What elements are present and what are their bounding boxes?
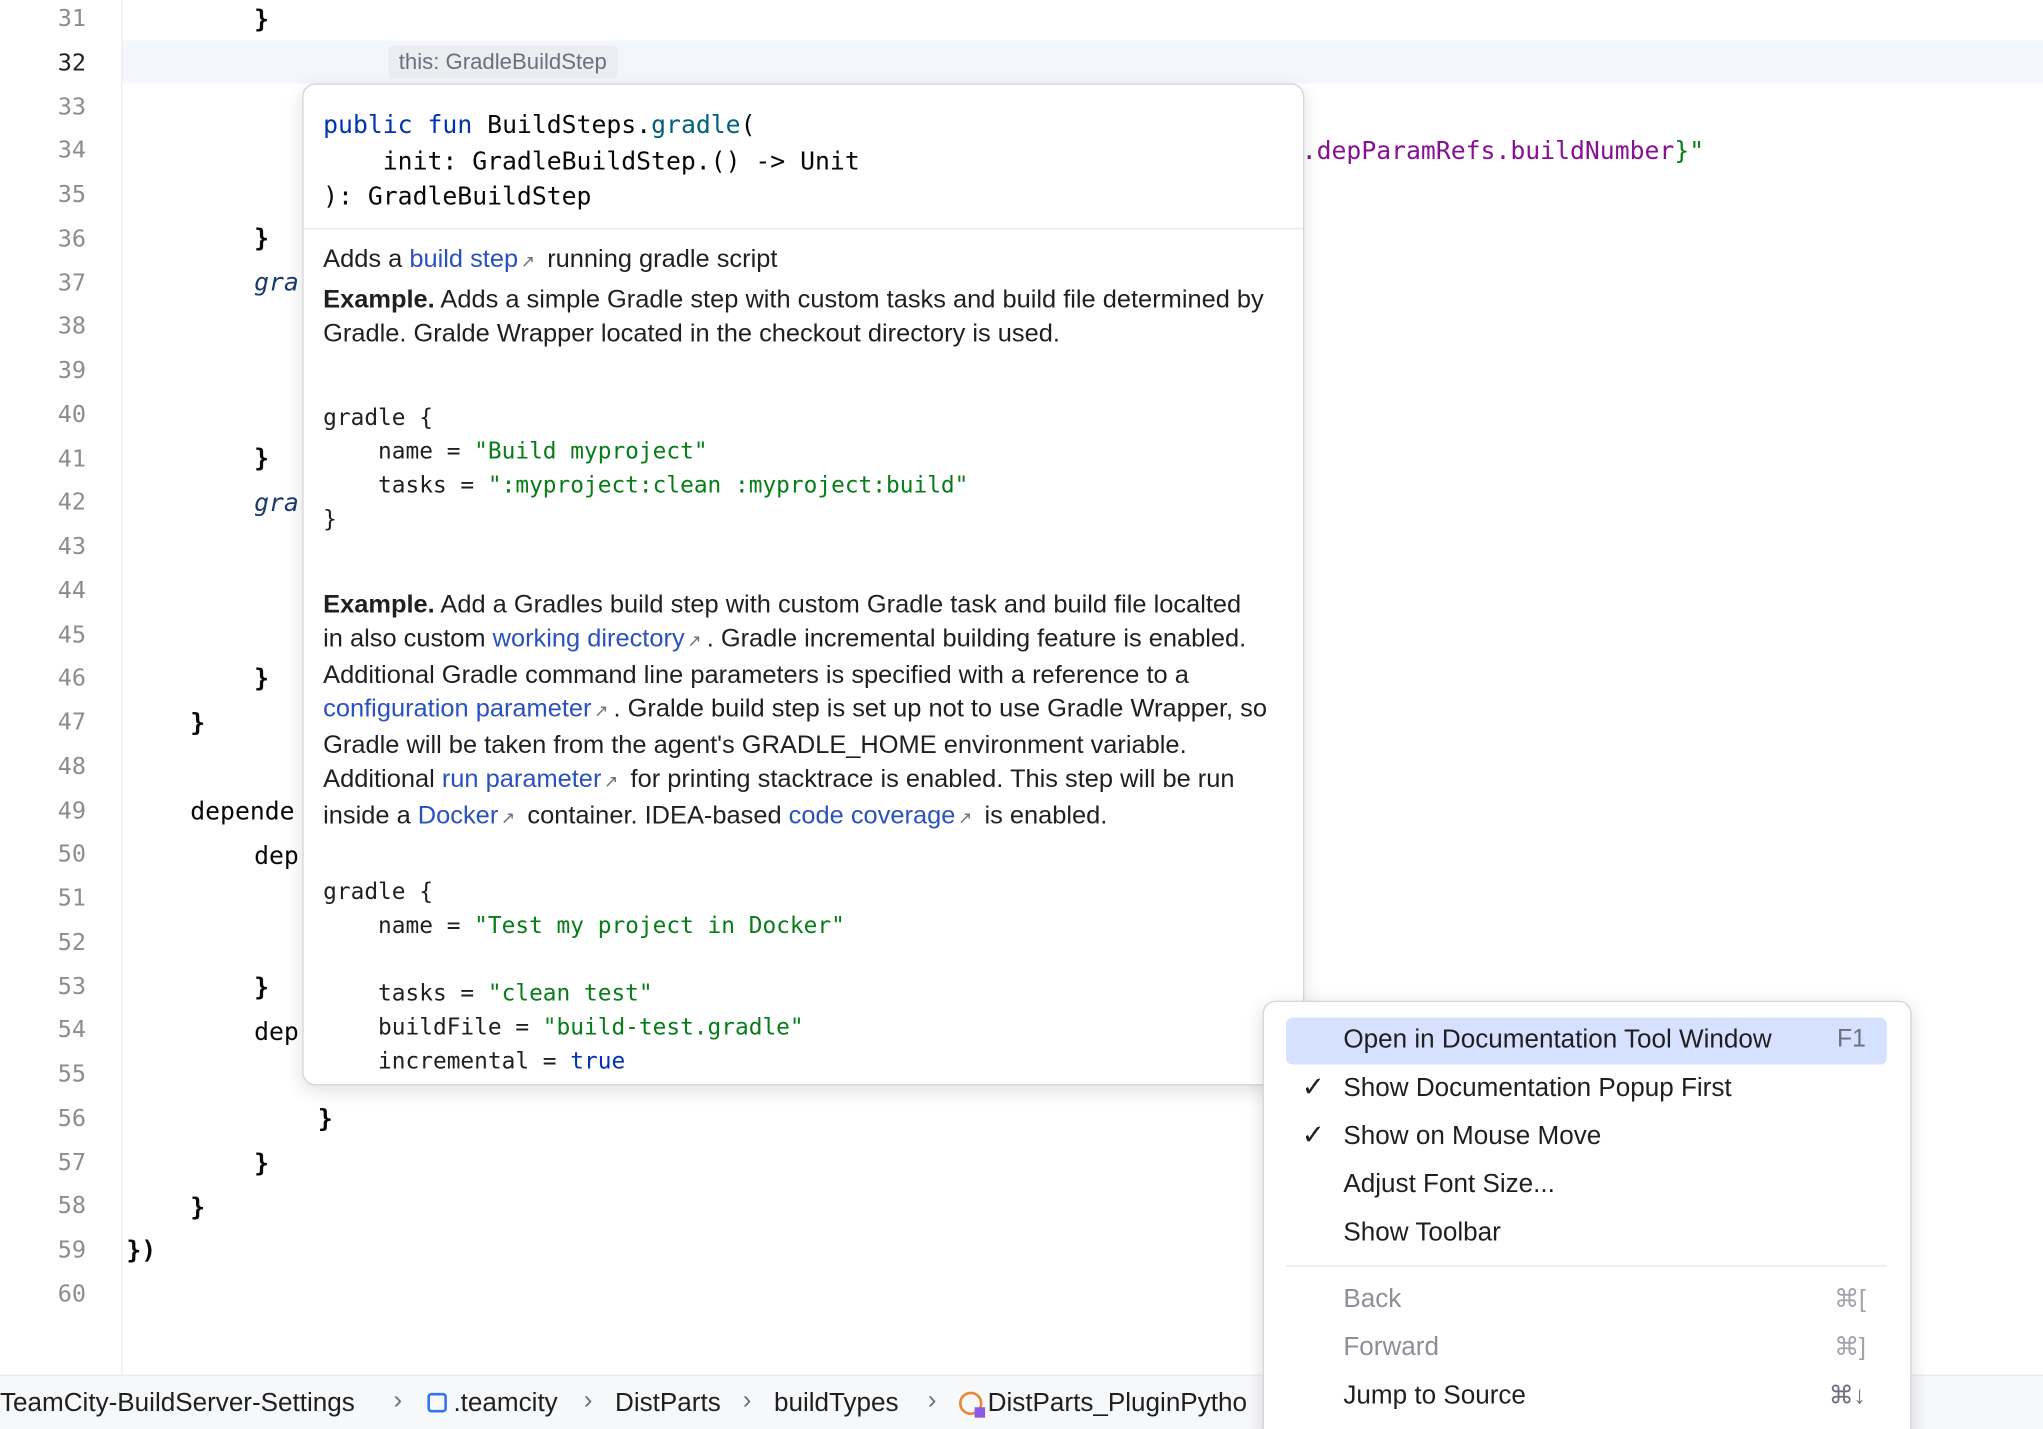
line-number[interactable]: 34 xyxy=(23,132,86,176)
menu-item-show-popup-first[interactable]: ✓ Show Documentation Popup First xyxy=(1286,1066,1887,1113)
code-line-56: } xyxy=(318,1100,333,1139)
line-number[interactable]: 43 xyxy=(23,528,86,572)
line-number[interactable]: 60 xyxy=(23,1275,86,1319)
external-link-icon: ↗ xyxy=(687,631,701,651)
ide-editor-window: 3132333435363738394041424344454647484950… xyxy=(0,0,2043,1429)
external-link-icon: ↗ xyxy=(521,251,535,271)
line-number[interactable]: 52 xyxy=(23,924,86,968)
external-link-icon: ↗ xyxy=(594,701,608,721)
line-number[interactable]: 33 xyxy=(23,88,86,132)
breadcrumb-project[interactable]: TeamCity-BuildServer-Settings xyxy=(0,1389,355,1419)
kotlin-class-icon xyxy=(959,1392,982,1415)
code-line-47: } xyxy=(190,704,205,743)
menu-divider xyxy=(1286,1265,1887,1266)
dep-param-refs: .depParamRefs.buildNumber xyxy=(1302,137,1675,166)
string-end: }" xyxy=(1674,137,1704,166)
line-number[interactable]: 40 xyxy=(23,396,86,440)
menu-item-show-on-mouse-move[interactable]: ✓ Show on Mouse Move xyxy=(1286,1114,1887,1161)
line-number[interactable]: 58 xyxy=(23,1187,86,1231)
code-coverage-link[interactable]: code coverage xyxy=(789,801,956,830)
menu-item-show-toolbar[interactable]: Show Toolbar xyxy=(1286,1210,1887,1257)
line-number[interactable]: 31 xyxy=(23,0,86,44)
line-number[interactable]: 45 xyxy=(23,616,86,660)
folder-icon xyxy=(427,1393,447,1413)
configuration-parameter-link[interactable]: configuration parameter xyxy=(323,694,591,723)
documentation-options-menu[interactable]: Open in Documentation Tool Window F1 ✓ S… xyxy=(1263,1001,1912,1429)
code-line-37: gra xyxy=(254,263,299,302)
menu-item-back[interactable]: Back ⌘[ xyxy=(1286,1277,1887,1324)
line-number[interactable]: 57 xyxy=(23,1143,86,1187)
code-line-59: }) xyxy=(126,1231,156,1270)
breadcrumb-distparts[interactable]: DistParts xyxy=(615,1389,721,1419)
line-number[interactable]: 32 xyxy=(23,44,86,88)
code-line-58: } xyxy=(190,1188,205,1227)
code-line-57: } xyxy=(254,1144,269,1183)
code-line-41: } xyxy=(254,439,269,478)
breadcrumb-teamcity-dir[interactable]: .teamcity xyxy=(427,1389,557,1419)
line-number[interactable]: 50 xyxy=(23,836,86,880)
docker-link[interactable]: Docker xyxy=(418,801,499,830)
breadcrumb-class[interactable]: DistParts_PluginPytho xyxy=(959,1389,1247,1419)
breadcrumb-separator: › xyxy=(743,1386,752,1416)
breadcrumb-separator: › xyxy=(928,1386,937,1416)
line-number[interactable]: 59 xyxy=(23,1231,86,1275)
menu-item-open-in-tool-window[interactable]: Open in Documentation Tool Window F1 xyxy=(1286,1018,1887,1065)
line-number[interactable]: 42 xyxy=(23,484,86,528)
code-line-31: } xyxy=(254,0,269,39)
line-number[interactable]: 38 xyxy=(23,308,86,352)
line-number[interactable]: 53 xyxy=(23,967,86,1011)
check-icon: ✓ xyxy=(1302,1119,1325,1152)
line-number[interactable]: 41 xyxy=(23,440,86,484)
line-number[interactable]: 35 xyxy=(23,176,86,220)
line-number[interactable]: 46 xyxy=(23,660,86,704)
line-number[interactable]: 44 xyxy=(23,572,86,616)
documentation-popup[interactable]: public fun BuildSteps.gradle( init: Grad… xyxy=(302,83,1304,1085)
line-number[interactable]: 55 xyxy=(23,1055,86,1099)
working-directory-link[interactable]: working directory xyxy=(493,624,685,653)
code-sample-1: gradle { name = "Build myproject" tasks … xyxy=(323,401,968,537)
code-line-36: } xyxy=(254,219,269,258)
breadcrumb-separator: › xyxy=(394,1386,403,1416)
line-number[interactable]: 39 xyxy=(23,352,86,396)
external-link-icon: ↗ xyxy=(604,771,618,791)
code-line-53: } xyxy=(254,968,269,1007)
line-number[interactable]: 54 xyxy=(23,1011,86,1055)
menu-item-forward[interactable]: Forward ⌘] xyxy=(1286,1325,1887,1372)
menu-item-jump-to-source[interactable]: Jump to Source ⌘↓ xyxy=(1286,1373,1887,1420)
code-sample-2: gradle { name = "Test my project in Dock… xyxy=(323,876,845,1079)
line-number[interactable]: 36 xyxy=(23,220,86,264)
line-number[interactable]: 51 xyxy=(23,880,86,924)
line-number[interactable]: 49 xyxy=(23,792,86,836)
breadcrumb-buildtypes[interactable]: buildTypes xyxy=(774,1389,899,1419)
code-line-34-tail: .depParamRefs.buildNumber}" xyxy=(1302,132,1704,171)
code-line-46: } xyxy=(254,659,269,698)
code-line-42: gra xyxy=(254,483,299,522)
doc-example-2: Example. Add a Gradles build step with c… xyxy=(323,588,1268,836)
check-icon: ✓ xyxy=(1302,1071,1325,1104)
doc-example-1: Example. Adds a simple Gradle step with … xyxy=(323,283,1268,351)
run-parameter-link[interactable]: run parameter xyxy=(442,765,602,794)
function-signature: public fun BuildSteps.gradle( init: Grad… xyxy=(323,108,860,215)
external-link-icon: ↗ xyxy=(958,808,972,828)
line-number[interactable]: 56 xyxy=(23,1099,86,1143)
code-line-50: dep xyxy=(254,837,299,876)
menu-item-adjust-font-size[interactable]: Adjust Font Size... xyxy=(1286,1162,1887,1209)
line-number[interactable]: 47 xyxy=(23,704,86,748)
build-step-link[interactable]: build step xyxy=(409,245,518,274)
inlay-hint: this: GradleBuildStep xyxy=(388,46,617,79)
line-number[interactable]: 37 xyxy=(23,264,86,308)
breadcrumb-separator: › xyxy=(584,1386,593,1416)
signature-divider xyxy=(304,228,1303,229)
code-line-54: dep xyxy=(254,1012,299,1051)
line-number[interactable]: 48 xyxy=(23,748,86,792)
doc-intro: Adds a build step↗ running gradle script xyxy=(323,242,1268,278)
code-line-49: depende xyxy=(190,792,294,831)
external-link-icon: ↗ xyxy=(501,808,515,828)
line-number-gutter: 3132333435363738394041424344454647484950… xyxy=(23,0,122,1375)
